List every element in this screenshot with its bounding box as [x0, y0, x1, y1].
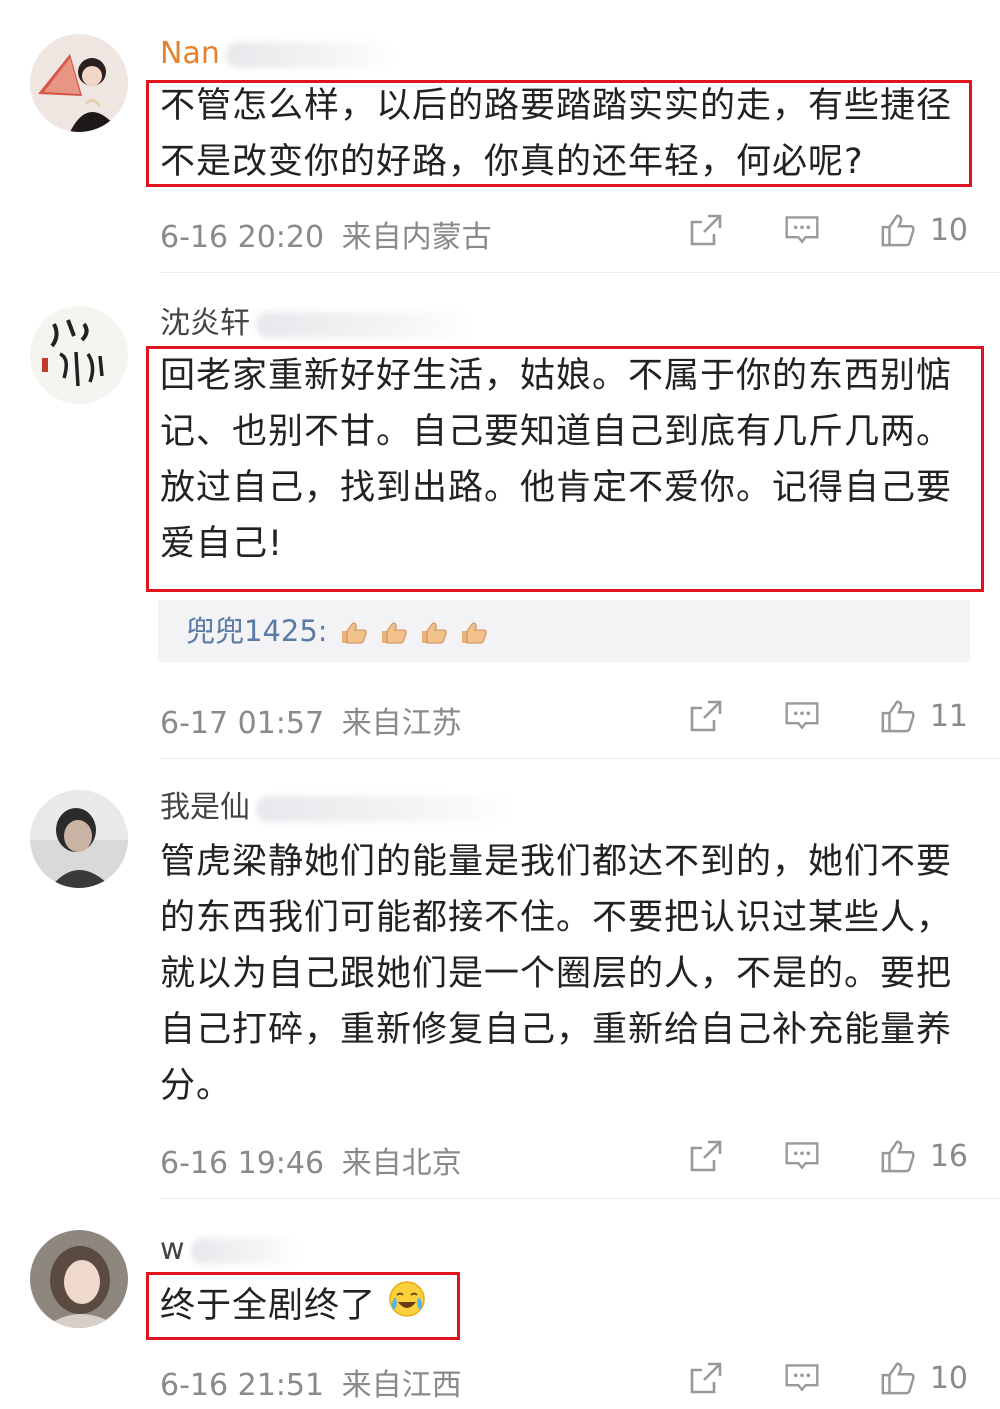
- username-text[interactable]: 沈炎轩: [160, 306, 250, 341]
- comment-meta: 6-17 01:57 来自江苏: [160, 698, 462, 742]
- like-count: 16: [929, 1138, 968, 1174]
- share-icon[interactable]: [688, 212, 724, 248]
- avatar[interactable]: [30, 34, 128, 132]
- comment-time: 6-17 01:57: [160, 706, 325, 741]
- username-text[interactable]: 我是仙: [160, 790, 250, 825]
- divider: [160, 758, 1000, 759]
- comment-icon[interactable]: [784, 1138, 820, 1174]
- comment-time: 6-16 19:46: [160, 1146, 325, 1181]
- username[interactable]: 沈炎轩: [160, 306, 476, 342]
- crying-laughing-emoji: [388, 1279, 426, 1335]
- divider: [160, 272, 1000, 273]
- like-count: 10: [929, 212, 968, 248]
- comment-text: 管虎梁静她们的能量是我们都达不到的，她们不要的东西我们可能都接不住。不要把认识过…: [160, 842, 953, 1106]
- comment-icon[interactable]: [784, 212, 820, 248]
- like-count: 10: [929, 1360, 968, 1396]
- comment-icon[interactable]: [784, 1360, 820, 1396]
- comment-location: 来自内蒙古: [341, 220, 492, 255]
- thumbs-up-emoji: [337, 614, 489, 648]
- thumbs-up-icon[interactable]: [880, 698, 916, 734]
- reply-preview[interactable]: 兜兜1425:: [158, 600, 970, 662]
- username-text[interactable]: w: [160, 1232, 185, 1267]
- avatar[interactable]: [30, 790, 128, 888]
- thumbs-up-icon[interactable]: [880, 1138, 916, 1174]
- username[interactable]: w: [160, 1232, 301, 1268]
- reply-username[interactable]: 兜兜1425:: [186, 614, 328, 648]
- comment-text-content: 终于全剧终了: [160, 1286, 377, 1326]
- share-icon[interactable]: [688, 1138, 724, 1174]
- comment-location: 来自北京: [341, 1146, 462, 1181]
- comment-actions: 10: [688, 212, 968, 248]
- comment-meta: 6-16 20:20 来自内蒙古: [160, 212, 492, 256]
- avatar[interactable]: [30, 1230, 128, 1328]
- comment-icon[interactable]: [784, 698, 820, 734]
- share-icon[interactable]: [688, 698, 724, 734]
- comment-actions: 16: [688, 1138, 968, 1174]
- avatar[interactable]: [30, 306, 128, 404]
- comment-meta: 6-16 21:51 来自江西: [160, 1360, 462, 1404]
- comment-time: 6-16 21:51: [160, 1368, 325, 1403]
- comment-time: 6-16 20:20: [160, 220, 325, 255]
- comment-actions: 11: [688, 698, 968, 734]
- comment-text: 回老家重新好好生活，姑娘。不属于你的东西别惦记、也别不甘。自己要知道自己到底有几…: [160, 356, 953, 564]
- comment-actions: 10: [688, 1360, 968, 1396]
- comment-text: 不管怎么样，以后的路要踏踏实实的走，有些捷径不是改变你的好路，你真的还年轻，何必…: [160, 86, 953, 182]
- like-count: 11: [929, 698, 968, 734]
- thumbs-up-icon[interactable]: [880, 1360, 916, 1396]
- username[interactable]: 我是仙: [160, 790, 516, 826]
- comment-location: 来自江西: [341, 1368, 462, 1403]
- comment-meta: 6-16 19:46 来自北京: [160, 1138, 462, 1182]
- thumbs-up-icon[interactable]: [880, 212, 916, 248]
- username[interactable]: Nan: [160, 36, 396, 72]
- share-icon[interactable]: [688, 1360, 724, 1396]
- comment-location: 来自江苏: [341, 706, 462, 741]
- divider: [160, 1198, 1000, 1199]
- comment-text: 终于全剧终了: [160, 1278, 460, 1335]
- username-text[interactable]: Nan: [160, 36, 220, 71]
